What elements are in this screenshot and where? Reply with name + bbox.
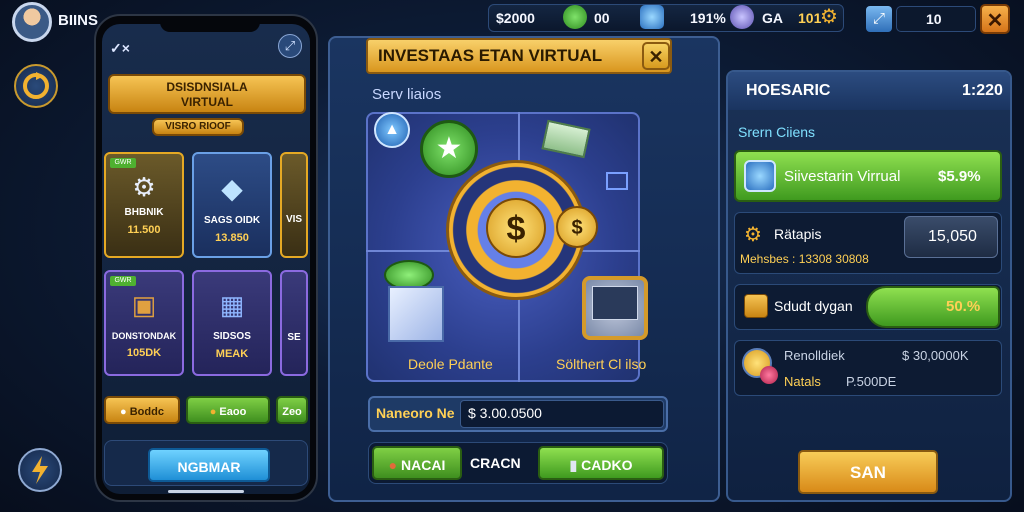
card-tag: GWR bbox=[110, 158, 136, 168]
chart-icon bbox=[606, 172, 628, 190]
right-caption: Sölthert Cl ilso bbox=[556, 356, 647, 372]
pill-label: Boddc bbox=[129, 406, 164, 418]
card-tag: GWR bbox=[110, 276, 136, 286]
phone-icon: ▮ bbox=[569, 457, 582, 473]
stat-value: $ 30,0000K bbox=[902, 348, 969, 363]
dollar-coin-icon: $ bbox=[486, 198, 546, 258]
gears-icon: ⚙ bbox=[132, 172, 156, 202]
player-name: BIINS bbox=[58, 12, 99, 29]
refresh-icon[interactable] bbox=[14, 64, 58, 108]
card-value: MEAK bbox=[215, 348, 249, 360]
card-bhbnik[interactable]: GWR ⚙ BHBNIK 11.500 bbox=[104, 152, 184, 258]
percent-amount: 191% bbox=[690, 10, 726, 26]
stat-value: 50.% bbox=[946, 298, 981, 315]
cadko-button[interactable]: ▮ CADKO bbox=[538, 446, 664, 480]
card-label: VIS bbox=[285, 214, 303, 225]
stat-value: 15,050 bbox=[928, 228, 977, 245]
left-caption: Deole Pdante bbox=[408, 356, 493, 372]
stat-sub-label: Natals bbox=[784, 374, 821, 389]
lightning-icon[interactable] bbox=[18, 448, 62, 492]
stat-sub: Mehsbes : 13308 30808 bbox=[740, 252, 869, 266]
card-partial-2[interactable]: SE bbox=[280, 270, 308, 376]
card-label: SAGS OIDK bbox=[203, 215, 261, 226]
gears-icon: ⚙ bbox=[744, 224, 762, 246]
investment-title: INVESTAAS ETAN VIRTUAL bbox=[378, 46, 603, 65]
counter-value: 10 bbox=[926, 11, 942, 27]
pill-label: Eaoo bbox=[219, 406, 247, 418]
stats-title: HOESARIC bbox=[746, 82, 831, 99]
button-label: NACAI bbox=[401, 457, 446, 473]
stat-label: Siivestarin Virrual bbox=[784, 168, 901, 185]
cube-icon: ▦ bbox=[219, 290, 245, 320]
card-sidsos[interactable]: ▦ SIDSOS MEAK bbox=[192, 270, 272, 376]
gem-icon bbox=[563, 5, 587, 29]
pill-eaoo[interactable]: ● Eaoo bbox=[186, 396, 270, 424]
cube-icon bbox=[744, 160, 776, 192]
pill-zeo[interactable]: Zeo bbox=[276, 396, 308, 424]
crate-icon: ▣ bbox=[131, 290, 157, 320]
phone-banner-title: DSISDNSIALA VIRTUAL bbox=[108, 74, 306, 114]
card-value: 11.500 bbox=[127, 224, 161, 236]
small-dollar-coin-icon: $ bbox=[556, 206, 598, 248]
panel-close-button[interactable]: ✕ bbox=[642, 42, 670, 70]
blue-badge-icon: ▲ bbox=[374, 112, 410, 148]
phone-sub-banner: VISRO RIOOF bbox=[152, 118, 244, 136]
gem-amount: 00 bbox=[594, 10, 610, 26]
resource-bar bbox=[488, 4, 844, 32]
crate-icon bbox=[744, 294, 768, 318]
card-label: DONSTONDAK bbox=[111, 331, 177, 341]
close-window-button[interactable]: ✕ bbox=[980, 4, 1010, 34]
nacai-button[interactable]: ● NACAI bbox=[372, 446, 462, 480]
phone-notch bbox=[160, 16, 260, 32]
settings-gear-icon[interactable]: ⚙ bbox=[820, 4, 838, 29]
cash-amount: $2000 bbox=[496, 10, 535, 26]
cracn-button[interactable]: CRACN bbox=[470, 455, 521, 471]
amount-value: $ 3.00.0500 bbox=[468, 405, 542, 421]
card-sags-oidk[interactable]: ◆ SAGS OIDK 13.850 bbox=[192, 152, 272, 258]
home-indicator bbox=[168, 490, 244, 493]
blueprint-icon bbox=[388, 286, 444, 342]
red-token-icon bbox=[760, 366, 778, 384]
card-partial-1[interactable]: VIS bbox=[280, 152, 308, 258]
card-label: SIDSOS bbox=[213, 331, 251, 342]
phone-main-button[interactable]: NGBMAR bbox=[148, 448, 270, 482]
crystal-icon: ◆ bbox=[221, 173, 243, 204]
expand-icon[interactable]: ⤢ bbox=[866, 6, 892, 32]
coin-icon: ● bbox=[388, 457, 401, 473]
pill-boddc[interactable]: ● Boddc bbox=[104, 396, 180, 424]
card-donstondak[interactable]: GWR ▣ DONSTONDAK 105DK bbox=[104, 270, 184, 376]
stat-value: $5.9% bbox=[938, 168, 981, 185]
stats-title-value: 1:220 bbox=[962, 82, 1003, 99]
stats-section-label: Srern Ciiens bbox=[738, 124, 816, 140]
boost-icon[interactable] bbox=[640, 5, 664, 29]
section-label: Serv liaios bbox=[372, 86, 442, 103]
green-coin-icon: ★ bbox=[420, 120, 478, 178]
button-label: CADKO bbox=[581, 457, 633, 473]
stat-sub-value: P.500DE bbox=[846, 374, 897, 389]
player-avatar[interactable] bbox=[12, 2, 52, 42]
ga-label: GA bbox=[762, 10, 783, 26]
token-icon bbox=[730, 5, 754, 29]
card-value: 13.850 bbox=[215, 232, 249, 244]
card-label: SE bbox=[287, 332, 301, 343]
stat-label: Renolldiek bbox=[784, 348, 845, 363]
amount-label: Naneoro Ne bbox=[376, 405, 455, 421]
phone-expand-icon[interactable]: ⤢ bbox=[278, 34, 302, 58]
san-button[interactable]: SAN bbox=[798, 450, 938, 494]
gold-amount: 101 bbox=[798, 10, 822, 26]
phone-close-icon[interactable]: ✓× bbox=[110, 40, 130, 57]
card-label: BHBNIK bbox=[124, 207, 164, 218]
machine-screen bbox=[592, 286, 638, 320]
stat-label: Rätapis bbox=[774, 226, 822, 242]
stat-label: Sdudt dygan bbox=[774, 298, 853, 314]
card-value: 105DK bbox=[126, 347, 162, 359]
